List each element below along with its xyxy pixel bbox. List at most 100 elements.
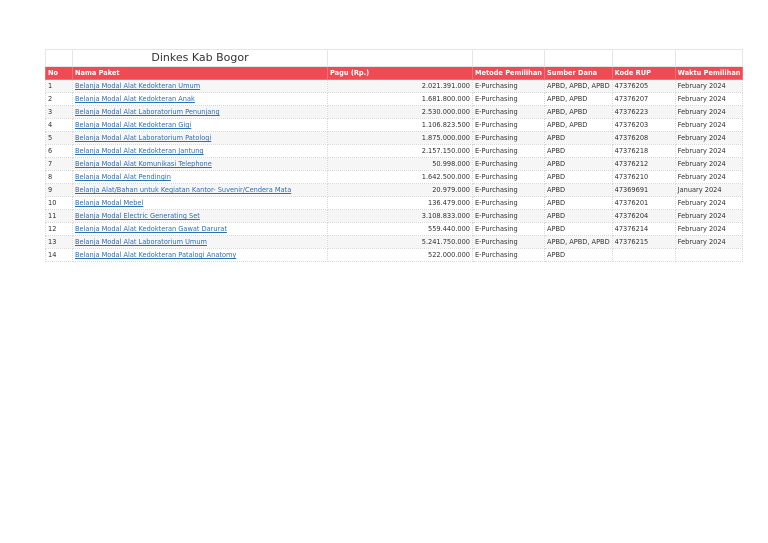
table-row: 7 Belanja Modal Alat Komunikasi Telephone… bbox=[45, 157, 744, 171]
cell-sumber-dana: APBD bbox=[544, 222, 613, 236]
cell-kode-rup: 47376204 bbox=[611, 209, 676, 223]
cell-nama-paket: Belanja Modal Mebel bbox=[72, 196, 328, 210]
cell-no: 11 bbox=[45, 209, 73, 223]
cell-sumber-dana: APBD bbox=[544, 131, 613, 145]
cell-metode: E-Purchasing bbox=[472, 157, 545, 171]
package-link[interactable]: Belanja Modal Alat Laboratorium Umum bbox=[75, 238, 207, 246]
cell-no: 5 bbox=[45, 131, 73, 145]
cell-metode: E-Purchasing bbox=[472, 92, 545, 106]
package-link[interactable]: Belanja Modal Mebel bbox=[75, 199, 143, 207]
cell-pagu: 522.000.000 bbox=[327, 248, 473, 262]
cell-nama-paket: Belanja Modal Alat Kedokteran Gigi bbox=[72, 118, 328, 132]
cell-sumber-dana: APBD bbox=[544, 248, 613, 262]
cell-pagu: 50.998.000 bbox=[327, 157, 473, 171]
cell-waktu: February 2024 bbox=[674, 222, 744, 236]
cell-pagu: 559.440.000 bbox=[327, 222, 473, 236]
cell-waktu: February 2024 bbox=[674, 105, 744, 119]
cell-nama-paket: Belanja Modal Alat Kedokteran Umum bbox=[72, 79, 328, 93]
package-link[interactable]: Belanja Modal Alat Kedokteran Jantung bbox=[75, 147, 204, 155]
cell-metode: E-Purchasing bbox=[472, 183, 545, 197]
cell-pagu: 2.021.391.000 bbox=[327, 79, 473, 93]
cell-nama-paket: Belanja Modal Alat Pendingin bbox=[72, 170, 328, 184]
cell-no: 8 bbox=[45, 170, 73, 184]
package-link[interactable]: Belanja Modal Alat Komunikasi Telephone bbox=[75, 160, 212, 168]
cell-nama-paket: Belanja Modal Electric Generating Set bbox=[72, 209, 328, 223]
procurement-table: Dinkes Kab Bogor No Nama Paket Pagu (Rp.… bbox=[45, 49, 744, 262]
package-link[interactable]: Belanja Modal Alat Kedokteran Gawat Daru… bbox=[75, 225, 227, 233]
cell-nama-paket: Belanja Modal Alat Kedokteran Anak bbox=[72, 92, 328, 106]
cell-pagu: 20.979.000 bbox=[327, 183, 473, 197]
table-row: 3 Belanja Modal Alat Laboratorium Penunja… bbox=[45, 105, 744, 119]
table-row: 8 Belanja Modal Alat Pendingin 1.642.500.0… bbox=[45, 170, 744, 184]
table-row: 13 Belanja Modal Alat Laboratorium Umum 5.… bbox=[45, 235, 744, 249]
package-link[interactable]: Belanja Alat/Bahan untuk Kegiatan Kantor… bbox=[75, 186, 291, 194]
cell-sumber-dana: APBD bbox=[544, 144, 613, 158]
table-row: 4 Belanja Modal Alat Kedokteran Gigi 1.106… bbox=[45, 118, 744, 132]
cell-nama-paket: Belanja Modal Alat Komunikasi Telephone bbox=[72, 157, 328, 171]
cell-kode-rup: 47376207 bbox=[611, 92, 676, 106]
package-link[interactable]: Belanja Modal Alat Laboratorium Penunjan… bbox=[75, 108, 220, 116]
package-link[interactable]: Belanja Modal Alat Laboratorium Patologi bbox=[75, 134, 211, 142]
cell-metode: E-Purchasing bbox=[472, 222, 545, 236]
cell-kode-rup: 47369691 bbox=[611, 183, 676, 197]
cell-sumber-dana: APBD bbox=[544, 196, 613, 210]
package-link[interactable]: Belanja Modal Alat Pendingin bbox=[75, 173, 171, 181]
cell-metode: E-Purchasing bbox=[472, 196, 545, 210]
cell-waktu: February 2024 bbox=[674, 131, 744, 145]
package-link[interactable]: Belanja Modal Electric Generating Set bbox=[75, 212, 200, 220]
table-row: 6 Belanja Modal Alat Kedokteran Jantung 2.… bbox=[45, 144, 744, 158]
table-row: 2 Belanja Modal Alat Kedokteran Anak 1.681… bbox=[45, 92, 744, 106]
header-row: No Nama Paket Pagu (Rp.) Metode Pemiliha… bbox=[45, 66, 744, 80]
cell-kode-rup: 47376201 bbox=[611, 196, 676, 210]
cell-metode: E-Purchasing bbox=[472, 209, 545, 223]
cell-kode-rup: 47376223 bbox=[611, 105, 676, 119]
cell-kode-rup: 47376215 bbox=[611, 235, 676, 249]
cell-metode: E-Purchasing bbox=[472, 118, 545, 132]
cell-sumber-dana: APBD, APBD, APBD bbox=[544, 79, 613, 93]
cell-no: 10 bbox=[45, 196, 73, 210]
cell-sumber-dana: APBD bbox=[544, 183, 613, 197]
cell-pagu: 1.875.000.000 bbox=[327, 131, 473, 145]
cell-no: 12 bbox=[45, 222, 73, 236]
cell-waktu: February 2024 bbox=[674, 144, 744, 158]
table-row: 14 Belanja Modal Alat Kedokteran Patalogi… bbox=[45, 248, 744, 262]
cell-metode: E-Purchasing bbox=[472, 131, 545, 145]
cell-nama-paket: Belanja Modal Alat Laboratorium Umum bbox=[72, 235, 328, 249]
cell-kode-rup: 47376205 bbox=[611, 79, 676, 93]
cell-nama-paket: Belanja Modal Alat Kedokteran Gawat Daru… bbox=[72, 222, 328, 236]
cell-sumber-dana: APBD bbox=[544, 170, 613, 184]
package-link[interactable]: Belanja Modal Alat Kedokteran Umum bbox=[75, 82, 200, 90]
package-link[interactable]: Belanja Modal Alat Kedokteran Gigi bbox=[75, 121, 191, 129]
cell-no: 13 bbox=[45, 235, 73, 249]
table-row: 9 Belanja Alat/Bahan untuk Kegiatan Kanto… bbox=[45, 183, 744, 197]
cell-no: 7 bbox=[45, 157, 73, 171]
cell-pagu: 1.642.500.000 bbox=[327, 170, 473, 184]
cell-waktu: February 2024 bbox=[674, 209, 744, 223]
header-metode: Metode Pemilihan bbox=[472, 66, 545, 80]
table-row: 5 Belanja Modal Alat Laboratorium Patolog… bbox=[45, 131, 744, 145]
header-pagu: Pagu (Rp.) bbox=[327, 66, 473, 80]
cell-kode-rup: 47376208 bbox=[611, 131, 676, 145]
cell-waktu: February 2024 bbox=[674, 92, 744, 106]
header-kode-rup: Kode RUP bbox=[611, 66, 676, 80]
header-no: No bbox=[45, 66, 73, 80]
cell-metode: E-Purchasing bbox=[472, 144, 545, 158]
cell-nama-paket: Belanja Modal Alat Laboratorium Patologi bbox=[72, 131, 328, 145]
cell-no: 3 bbox=[45, 105, 73, 119]
header-sumber-dana: Sumber Dana bbox=[544, 66, 613, 80]
cell-metode: E-Purchasing bbox=[472, 79, 545, 93]
cell-pagu: 2.157.150.000 bbox=[327, 144, 473, 158]
cell-pagu: 5.241.750.000 bbox=[327, 235, 473, 249]
package-link[interactable]: Belanja Modal Alat Kedokteran Anak bbox=[75, 95, 195, 103]
cell-metode: E-Purchasing bbox=[472, 248, 545, 262]
table-row: 10 Belanja Modal Mebel 136.479.000 E-Purcha… bbox=[45, 196, 744, 210]
cell-waktu: February 2024 bbox=[674, 196, 744, 210]
cell-pagu: 1.106.823.500 bbox=[327, 118, 473, 132]
cell-no: 6 bbox=[45, 144, 73, 158]
cell-pagu: 3.108.833.000 bbox=[327, 209, 473, 223]
cell-no: 9 bbox=[45, 183, 73, 197]
cell-waktu: January 2024 bbox=[674, 183, 744, 197]
package-link[interactable]: Belanja Modal Alat Kedokteran Patalogi A… bbox=[75, 251, 236, 259]
table-row: 1 Belanja Modal Alat Kedokteran Umum 2.021… bbox=[45, 79, 744, 93]
cell-waktu: February 2024 bbox=[674, 170, 744, 184]
